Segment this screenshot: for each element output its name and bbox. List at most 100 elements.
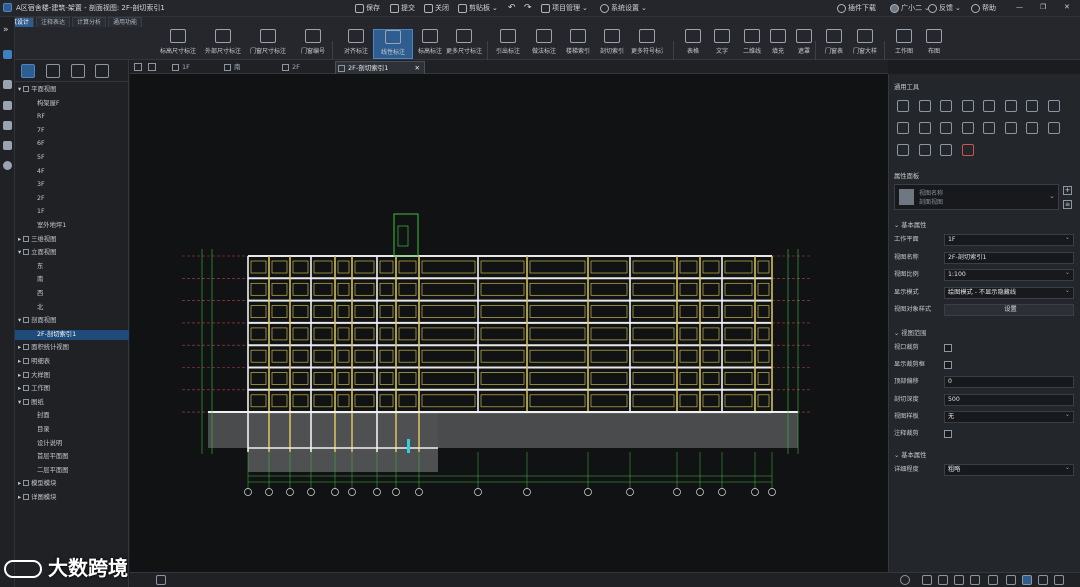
view-type-selector[interactable]: 视图名称 剖面视图 ⌄ bbox=[894, 184, 1059, 210]
more-icon[interactable] bbox=[1054, 575, 1064, 585]
property-input[interactable]: 0 bbox=[944, 376, 1074, 389]
document-tab[interactable]: 南 bbox=[222, 61, 277, 74]
tree-item[interactable]: 2F bbox=[15, 194, 129, 204]
render-icon[interactable] bbox=[1022, 575, 1032, 585]
user-menu[interactable]: 广小二 ⌄ bbox=[890, 3, 930, 13]
basic-props2-header[interactable]: ⌄ 基本属性 bbox=[894, 450, 926, 459]
offset-icon[interactable] bbox=[1026, 100, 1038, 112]
submit-button[interactable]: 提交 bbox=[390, 3, 415, 13]
redo-button[interactable]: ↷ bbox=[524, 3, 532, 13]
delete-icon[interactable] bbox=[897, 144, 909, 156]
copy-icon[interactable] bbox=[918, 100, 931, 112]
tree-item[interactable]: 西 bbox=[15, 289, 129, 299]
tree-group[interactable]: ▸ 面积统计视图 bbox=[15, 343, 129, 353]
tree-group[interactable]: ▸ 大样图 bbox=[15, 371, 129, 381]
extend-icon[interactable] bbox=[940, 122, 952, 134]
align-icon[interactable] bbox=[1004, 100, 1017, 112]
clipboard-button[interactable]: 剪贴板 ⌄ bbox=[458, 3, 498, 13]
component-icon[interactable] bbox=[3, 80, 12, 89]
tree-group[interactable]: ▾ 立面视图 bbox=[15, 248, 129, 258]
tree-item[interactable]: 3F bbox=[15, 180, 129, 190]
tree-item[interactable]: 二层平面图 bbox=[15, 466, 129, 476]
minimize-button[interactable]: — bbox=[1016, 3, 1023, 11]
ribbon-tab[interactable]: 计算分析 bbox=[72, 17, 107, 27]
model-icon[interactable] bbox=[3, 50, 12, 59]
tree-item[interactable]: 1F bbox=[15, 207, 129, 217]
property-checkbox[interactable] bbox=[944, 361, 952, 370]
ribbon-button[interactable]: 对齐标注 bbox=[336, 29, 376, 59]
ribbon-button[interactable]: 标高尺寸标注 bbox=[158, 29, 198, 59]
ribbon-button[interactable]: 布图 bbox=[918, 29, 950, 59]
resource-icon[interactable] bbox=[3, 101, 12, 110]
ungroup-icon[interactable] bbox=[940, 144, 952, 156]
axis-icon[interactable] bbox=[938, 575, 948, 585]
document-tab[interactable]: 2F-剖切索引1 ✕ bbox=[335, 61, 425, 74]
measure-icon[interactable] bbox=[970, 575, 980, 585]
scale-icon[interactable] bbox=[897, 122, 909, 134]
isolate-icon[interactable] bbox=[961, 144, 974, 156]
ribbon-button[interactable]: 楼梯索引 bbox=[562, 29, 594, 59]
property-select[interactable]: 绘图模式 - 不显示隐藏线 bbox=[944, 286, 1074, 299]
undo-button[interactable]: ↶ bbox=[508, 3, 516, 13]
tree-item[interactable]: 6F bbox=[15, 139, 129, 149]
save-button[interactable]: 保存 bbox=[355, 3, 380, 13]
detail-level-select[interactable]: 粗略 bbox=[944, 463, 1074, 476]
ruler-icon[interactable] bbox=[954, 575, 964, 585]
grid-icon[interactable] bbox=[922, 575, 932, 585]
ribbon-button[interactable]: 门窗编号 bbox=[293, 29, 333, 59]
join-icon[interactable] bbox=[961, 122, 974, 134]
filter-icon[interactable] bbox=[46, 64, 60, 78]
ribbon-button[interactable]: 文字 bbox=[706, 29, 738, 59]
tree-item[interactable]: 5F bbox=[15, 153, 129, 163]
view-range-header[interactable]: ⌄ 视图范围 bbox=[894, 328, 926, 337]
drawing-canvas[interactable] bbox=[130, 74, 888, 572]
list-icon[interactable]: ≡ bbox=[1063, 200, 1072, 209]
basic-props-header[interactable]: ⌄ 基本属性 bbox=[894, 220, 926, 229]
tree-item[interactable]: 目录 bbox=[15, 425, 129, 435]
group-icon[interactable] bbox=[918, 144, 931, 156]
ribbon-button[interactable]: 剖切索引 bbox=[596, 29, 628, 59]
tree-group[interactable]: ▾ 剖面视图 bbox=[15, 316, 129, 326]
rotate-icon[interactable] bbox=[940, 100, 952, 112]
tree-item[interactable]: 7F bbox=[15, 126, 129, 136]
mirror-axis-icon[interactable] bbox=[961, 100, 974, 112]
view-cube-icon[interactable] bbox=[900, 575, 910, 585]
split-icon[interactable] bbox=[918, 122, 931, 134]
ribbon-button[interactable]: 门窗大样 bbox=[849, 29, 881, 59]
ribbon-button[interactable]: 引出标注 bbox=[492, 29, 524, 59]
tree-group[interactable]: ▾ 图纸 bbox=[15, 398, 129, 408]
property-select[interactable]: 1F bbox=[944, 233, 1074, 246]
expand-chevron-icon[interactable]: » bbox=[3, 25, 9, 35]
ribbon-button[interactable]: 做法标注 bbox=[528, 29, 560, 59]
pan-icon[interactable] bbox=[148, 63, 156, 71]
feedback-button[interactable]: 反馈 ⌄ bbox=[928, 3, 961, 13]
ribbon-button[interactable]: 工作图 bbox=[888, 29, 920, 59]
property-checkbox[interactable] bbox=[944, 344, 952, 352]
project-mgmt-button[interactable]: 项目管理 ⌄ bbox=[541, 3, 588, 13]
display-icon[interactable] bbox=[1038, 575, 1048, 585]
property-input[interactable]: 500 bbox=[944, 393, 1074, 406]
fillet-icon[interactable] bbox=[983, 122, 995, 134]
pick-icon[interactable] bbox=[1047, 122, 1060, 134]
window-close-button[interactable]: ✕ bbox=[1064, 3, 1070, 11]
help-button[interactable]: 帮助 bbox=[971, 3, 996, 13]
tree-item[interactable]: 室外地坪1 bbox=[15, 221, 129, 231]
close-button[interactable]: 关闭 bbox=[424, 3, 449, 13]
match-icon[interactable] bbox=[1026, 122, 1038, 134]
home-icon[interactable] bbox=[134, 63, 142, 71]
plugin-download-button[interactable]: 插件下载 bbox=[837, 3, 876, 13]
add-icon[interactable]: + bbox=[1063, 186, 1072, 195]
document-tab[interactable]: 2F bbox=[280, 61, 332, 74]
break-icon[interactable] bbox=[1004, 122, 1017, 134]
ribbon-button[interactable]: 表格 bbox=[677, 29, 709, 59]
ribbon-button[interactable]: 外部尺寸标注 bbox=[203, 29, 243, 59]
tree-item[interactable]: 首层平面图 bbox=[15, 452, 129, 462]
tree-item[interactable]: 南 bbox=[15, 275, 129, 285]
cube-icon[interactable] bbox=[95, 64, 109, 78]
ribbon-button[interactable]: 门窗表 bbox=[818, 29, 850, 59]
tree-item[interactable]: 构架屋F bbox=[15, 99, 129, 109]
layers-icon[interactable] bbox=[3, 141, 12, 150]
maximize-button[interactable]: ❐ bbox=[1040, 3, 1046, 11]
tree-group[interactable]: ▸ 详图模块 bbox=[15, 493, 129, 503]
tree-group[interactable]: ▸ 模型模块 bbox=[15, 479, 129, 489]
